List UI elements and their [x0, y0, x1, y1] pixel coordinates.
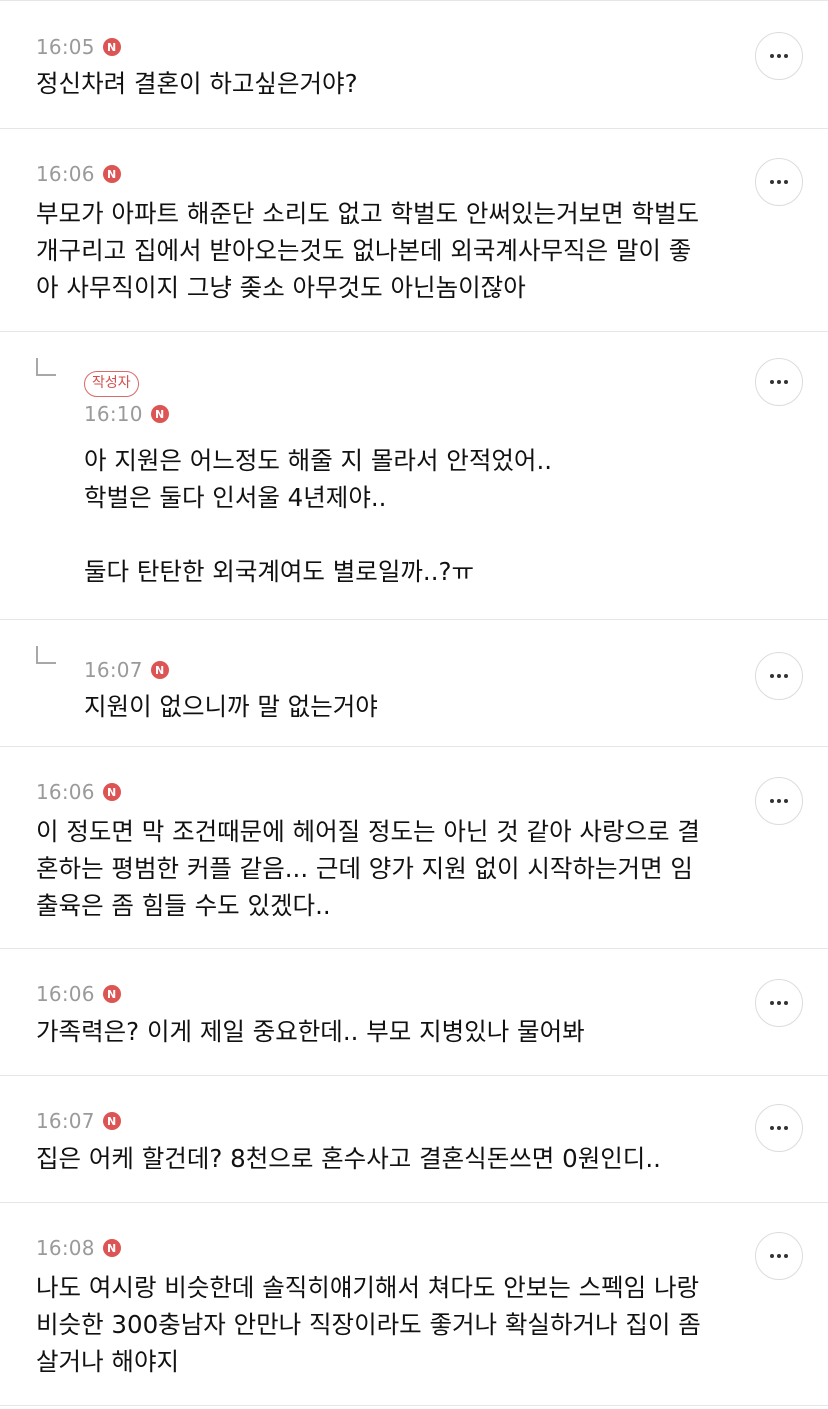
reply-comment-item: 작성자 16:10 N 아 지원은 어느정도 해줄 지 몰라서 안적었어.. 학… — [0, 332, 828, 620]
more-dot-icon — [777, 799, 781, 803]
author-badge: 작성자 — [84, 371, 139, 397]
more-dot-icon — [784, 1126, 788, 1130]
comment-text: 나도 여시랑 비슷한데 솔직히얘기해서 쳐다도 안보는 스펙임 나랑 비슷한 3… — [36, 1273, 701, 1376]
comment-text: 정신차려 결혼이 하고싶은거야? — [36, 69, 358, 98]
comment-meta: 16:07 N — [84, 655, 728, 685]
more-options-button[interactable] — [755, 358, 803, 406]
new-badge: N — [102, 985, 121, 1003]
new-badge: N — [102, 165, 121, 183]
comment-text: 집은 어케 할건데? 8천으로 혼수사고 결혼식돈쓰면 0원인디.. — [36, 1144, 661, 1173]
more-dot-icon — [770, 180, 774, 184]
new-badge: N — [150, 661, 169, 679]
new-badge: N — [102, 38, 121, 56]
more-options-button[interactable] — [755, 1104, 803, 1152]
comment-meta: 16:06 N — [36, 159, 728, 189]
comment-item: 16:06 N 부모가 아파트 해준단 소리도 없고 학벌도 안써있는거보면 학… — [0, 129, 828, 332]
comment-item: 16:05 N 정신차려 결혼이 하고싶은거야? — [0, 1, 828, 129]
comment-text: 가족력은? 이게 제일 중요한데.. 부모 지병있나 물어봐 — [36, 1017, 585, 1046]
more-dot-icon — [777, 674, 781, 678]
more-dot-icon — [784, 380, 788, 384]
comment-time: 16:10 — [84, 402, 143, 426]
more-dot-icon — [777, 380, 781, 384]
author-badge-row: 작성자 — [84, 371, 728, 399]
more-options-button[interactable] — [755, 652, 803, 700]
comment-meta: 16:06 N — [36, 979, 728, 1009]
comment-time: 16:08 — [36, 1236, 95, 1260]
more-dot-icon — [784, 1001, 788, 1005]
more-dot-icon — [784, 799, 788, 803]
more-dot-icon — [777, 1001, 781, 1005]
more-dot-icon — [777, 54, 781, 58]
comment-time: 16:07 — [36, 1109, 95, 1133]
comment-item: 16:06 N 가족력은? 이게 제일 중요한데.. 부모 지병있나 물어봐 — [0, 949, 828, 1076]
more-dot-icon — [777, 1126, 781, 1130]
more-dot-icon — [770, 54, 774, 58]
more-options-button[interactable] — [755, 32, 803, 80]
comment-item: 16:07 N 집은 어케 할건데? 8천으로 혼수사고 결혼식돈쓰면 0원인디… — [0, 1076, 828, 1203]
reply-comment-item: 16:07 N 지원이 없으니까 말 없는거야 — [0, 620, 828, 747]
comment-time: 16:06 — [36, 780, 95, 804]
new-badge: N — [102, 783, 121, 801]
comment-time: 16:05 — [36, 35, 95, 59]
comment-text: 아 지원은 어느정도 해줄 지 몰라서 안적었어.. 학벌은 둘다 인서울 4년… — [84, 446, 553, 586]
comment-time: 16:06 — [36, 982, 95, 1006]
more-dot-icon — [784, 180, 788, 184]
more-options-button[interactable] — [755, 158, 803, 206]
comment-meta: 16:06 N — [36, 777, 728, 807]
more-dot-icon — [777, 1254, 781, 1258]
comment-item: 16:08 N 나도 여시랑 비슷한데 솔직히얘기해서 쳐다도 안보는 스펙임 … — [0, 1203, 828, 1406]
more-options-button[interactable] — [755, 777, 803, 825]
comment-time: 16:07 — [84, 658, 143, 682]
comment-meta: 16:07 N — [36, 1106, 728, 1136]
reply-arrow-icon — [36, 646, 56, 664]
new-badge: N — [102, 1112, 121, 1130]
comment-text: 지원이 없으니까 말 없는거야 — [84, 692, 378, 721]
comment-item: 16:06 N 이 정도면 막 조건때문에 헤어질 정도는 아닌 것 같아 사랑… — [0, 747, 828, 949]
more-dot-icon — [784, 674, 788, 678]
more-dot-icon — [770, 1254, 774, 1258]
more-dot-icon — [770, 1001, 774, 1005]
more-dot-icon — [784, 1254, 788, 1258]
new-badge: N — [150, 405, 169, 423]
more-dot-icon — [784, 54, 788, 58]
reply-arrow-icon — [36, 358, 56, 376]
more-options-button[interactable] — [755, 1232, 803, 1280]
more-dot-icon — [770, 799, 774, 803]
comment-text: 부모가 아파트 해준단 소리도 없고 학벌도 안써있는거보면 학벌도 개구리고 … — [36, 199, 700, 302]
comment-meta: 16:05 N — [36, 32, 728, 62]
new-badge: N — [102, 1239, 121, 1257]
comment-time: 16:06 — [36, 162, 95, 186]
more-dot-icon — [770, 674, 774, 678]
more-options-button[interactable] — [755, 979, 803, 1027]
more-dot-icon — [770, 380, 774, 384]
comment-meta: 16:10 N — [84, 399, 728, 429]
comment-meta: 16:08 N — [36, 1233, 728, 1263]
more-dot-icon — [770, 1126, 774, 1130]
more-dot-icon — [777, 180, 781, 184]
comment-text: 이 정도면 막 조건때문에 헤어질 정도는 아닌 것 같아 사랑으로 결 혼하는… — [36, 817, 700, 920]
